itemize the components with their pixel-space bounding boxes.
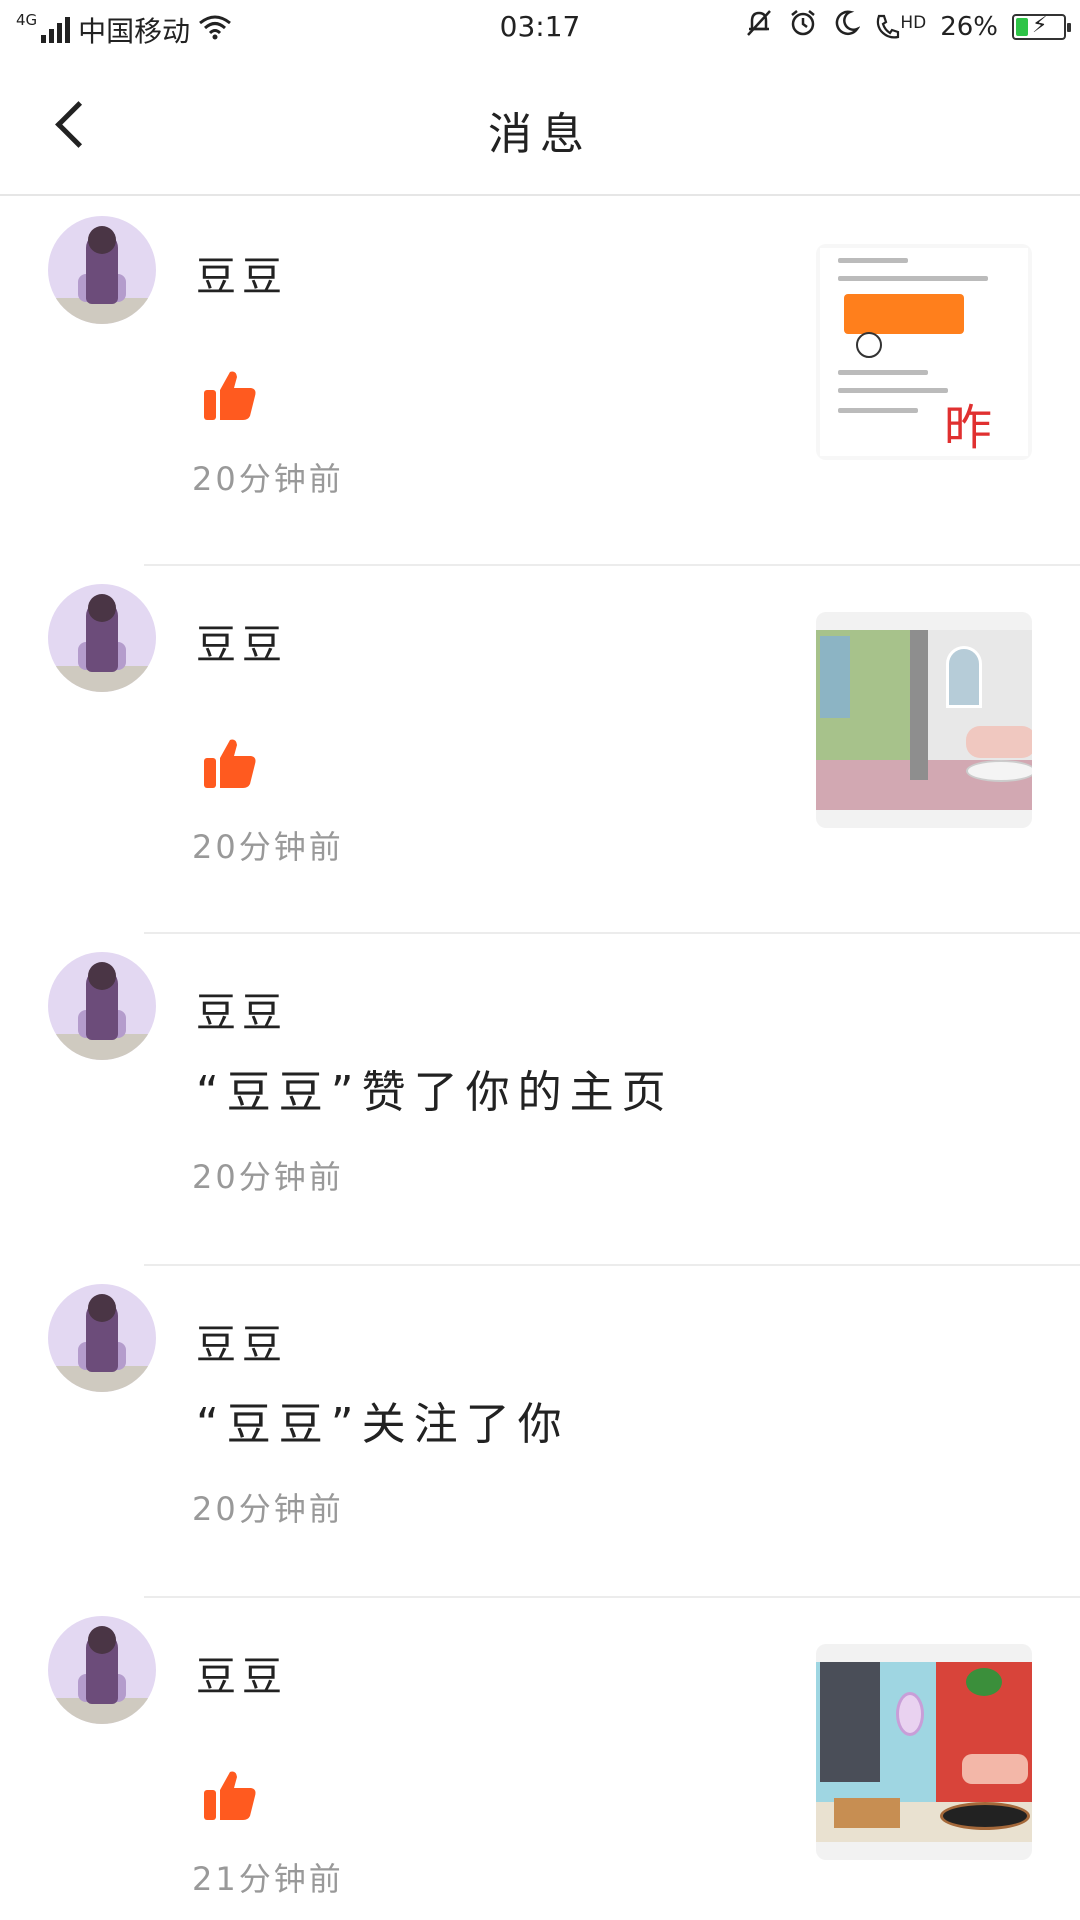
timestamp: 20分钟前 [192, 460, 344, 498]
page-title: 消息 [488, 109, 592, 160]
timestamp: 21分钟前 [192, 1860, 344, 1898]
thumbs-up-icon [204, 739, 256, 788]
list-item[interactable]: 豆豆 20分钟前 昨 [0, 198, 1080, 566]
user-name[interactable]: 豆豆 [196, 244, 288, 302]
list-item[interactable]: 豆豆 21分钟前 [0, 1598, 1080, 1920]
timestamp: 20分钟前 [192, 1490, 344, 1528]
thumbs-up-icon [204, 371, 256, 420]
post-thumbnail[interactable] [816, 612, 1032, 828]
status-right: HD 26% ⚡ [744, 8, 1071, 45]
timestamp: 20分钟前 [192, 1158, 344, 1196]
battery-icon: ⚡ [1012, 13, 1071, 40]
avatar[interactable] [48, 1616, 156, 1724]
message-list: 豆豆 20分钟前 昨 豆豆 20分钟前 豆豆 “豆豆”赞了你的主页 20分钟前 … [0, 198, 1080, 1920]
thumbs-up-icon [204, 1771, 256, 1820]
avatar[interactable] [48, 952, 156, 1060]
list-item[interactable]: 豆豆 20分钟前 [0, 566, 1080, 934]
battery-percent: 26% [940, 11, 998, 42]
header: 消息 [0, 54, 1080, 196]
mute-bell-icon [744, 8, 774, 45]
hd-label: HD [900, 12, 927, 33]
status-bar: 4G 中国移动 03:17 HD 26% ⚡ [0, 0, 1080, 54]
user-name[interactable]: 豆豆 [196, 612, 288, 670]
list-item[interactable]: 豆豆 “豆豆”赞了你的主页 20分钟前 [0, 934, 1080, 1266]
avatar[interactable] [48, 1284, 156, 1392]
hd-call-icon: HD [874, 13, 926, 41]
user-name[interactable]: 豆豆 [196, 1644, 288, 1702]
avatar[interactable] [48, 584, 156, 692]
message-text: “豆豆”关注了你 [196, 1399, 570, 1450]
post-thumbnail[interactable] [816, 1644, 1032, 1860]
timestamp: 20分钟前 [192, 828, 344, 866]
avatar[interactable] [48, 216, 156, 324]
user-name[interactable]: 豆豆 [196, 1312, 288, 1370]
alarm-icon [788, 8, 818, 45]
post-thumbnail[interactable]: 昨 [816, 244, 1032, 460]
moon-icon [832, 9, 861, 44]
message-text: “豆豆”赞了你的主页 [196, 1067, 674, 1118]
user-name[interactable]: 豆豆 [196, 980, 288, 1038]
list-item[interactable]: 豆豆 “豆豆”关注了你 20分钟前 [0, 1266, 1080, 1598]
